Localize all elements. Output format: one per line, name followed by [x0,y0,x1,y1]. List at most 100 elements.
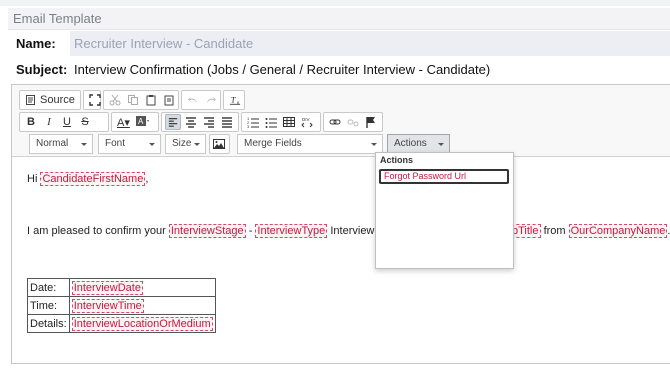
unlink-icon [347,119,359,127]
align-center-button[interactable] [183,114,199,130]
clipboard-group [103,90,179,110]
align-left-icon [168,118,178,127]
paste-button[interactable] [143,92,159,108]
svg-text:T: T [231,95,237,105]
paste-icon [146,95,156,106]
table-row: Time: InterviewTime [27,296,216,315]
from-text: from [543,225,566,237]
colors-group: A▾ A [111,112,159,132]
bg-color-button[interactable]: A [134,114,152,130]
greeting-comma: , [145,173,149,185]
align-group [161,112,239,132]
source-button[interactable]: Source [23,92,77,108]
link-icon [329,119,341,125]
justify-button[interactable] [219,114,235,130]
confirm-paragraph: I am pleased to confirm your InterviewSt… [27,224,397,238]
bold-button[interactable]: B [23,114,39,130]
chevron-down-icon [149,143,155,146]
font-dropdown[interactable]: Font [98,134,161,154]
confirm-text: I am pleased to confirm your [27,225,166,237]
interview-details-table: Date: InterviewDate Time: InterviewTime … [27,278,216,333]
merge-fields-label: Merge Fields [244,138,302,149]
maximize-button[interactable] [87,92,103,108]
div-container-button[interactable]: DIV [299,114,315,130]
top-strip [0,0,670,6]
redo-button[interactable] [203,92,219,108]
merge-tag-candidate-first-name[interactable]: CandidateFirstName [40,172,146,186]
bulleted-list-button[interactable] [263,114,279,130]
image-group [209,134,230,154]
merge-tag-interview-date[interactable]: InterviewDate [71,280,143,295]
subject-label: Subject: [16,62,68,77]
subject-row: Subject: Interview Confirmation (Jobs / … [8,58,670,82]
italic-button[interactable]: I [41,114,57,130]
name-row: Name: [8,30,670,57]
size-dropdown-label: Size [172,138,192,149]
chevron-down-icon [81,143,87,146]
undo-button[interactable] [185,92,201,108]
merge-tag-our-company-name[interactable]: OurCompanyName [568,224,668,238]
actions-dropdown-label: Actions [394,138,427,149]
merge-tag-job-title[interactable]: bTitle [511,224,541,238]
image-button[interactable] [211,136,227,152]
name-input[interactable] [70,31,670,56]
greeting-text: Hi [27,173,38,185]
source-icon [26,95,35,105]
merge-tag-interview-stage[interactable]: InterviewStage [168,224,246,238]
source-group: Source [19,90,81,110]
paste-text-button[interactable] [161,92,177,108]
merge-tag-interview-type[interactable]: InterviewType [255,224,328,238]
remove-format-group: T x [223,90,245,110]
chevron-down-icon [371,143,377,146]
dash-text: - [248,225,253,237]
source-label: Source [40,94,75,106]
align-right-button[interactable] [201,114,217,130]
format-dropdown[interactable]: Normal [29,134,93,154]
greeting-paragraph: Hi CandidateFirstName, [27,172,149,186]
unlink-button[interactable] [345,114,361,130]
section-header: Email Template [8,8,670,30]
image-icon [213,139,225,149]
actions-dropdown[interactable]: Actions [387,134,450,154]
redo-icon [207,97,216,103]
svg-text:3: 3 [247,124,250,128]
anchor-button[interactable] [363,114,379,130]
table-button[interactable] [281,114,297,130]
merge-tag-interview-location[interactable]: InterviewLocationOrMedium [71,316,213,331]
cut-button[interactable] [107,92,123,108]
align-center-icon [186,117,196,128]
underline-button[interactable]: U [59,114,75,130]
undo-icon [188,97,197,103]
time-cell: InterviewTime [68,296,216,315]
div-icon: DIV [301,117,313,128]
copy-button[interactable] [125,92,141,108]
strikethrough-button[interactable]: S [77,114,93,130]
links-group [323,112,383,132]
table-row: Details: InterviewLocationOrMedium [27,314,216,333]
editor-toolbar: Source T x B I U S A▾ A 1 2 3 DIV Normal… [12,85,670,157]
table-row: Date: InterviewDate [27,278,216,297]
remove-format-icon: T x [229,95,241,106]
actions-menu: Actions Forgot Password Url [375,152,514,269]
merge-tag-interview-time[interactable]: InterviewTime [71,298,144,313]
numbered-list-button[interactable]: 123 [245,114,261,130]
text-color-button[interactable]: A▾ [115,114,132,130]
numbered-list-icon: 123 [247,116,259,128]
details-cell: InterviewLocationOrMedium [68,314,216,333]
merge-fields-dropdown[interactable]: Merge Fields [237,134,383,154]
editor-content[interactable]: Hi CandidateFirstName, I am pleased to c… [12,158,670,363]
link-button[interactable] [327,114,343,130]
svg-text:x: x [237,100,240,106]
menu-item-forgot-password-url[interactable]: Forgot Password Url [379,169,509,184]
format-dropdown-label: Normal [36,138,69,149]
chevron-down-icon [438,143,444,146]
actions-menu-title: Actions [380,155,414,165]
subject-text[interactable]: Interview Confirmation (Jobs / General /… [74,58,490,82]
size-dropdown[interactable]: Size [165,134,206,154]
maximize-group [83,90,101,110]
basic-styles-group: B I U S [19,112,109,132]
remove-format-button[interactable]: T x [227,92,243,108]
bg-color-icon: A [135,116,149,126]
align-left-button[interactable] [165,114,181,130]
date-cell: InterviewDate [68,278,216,297]
